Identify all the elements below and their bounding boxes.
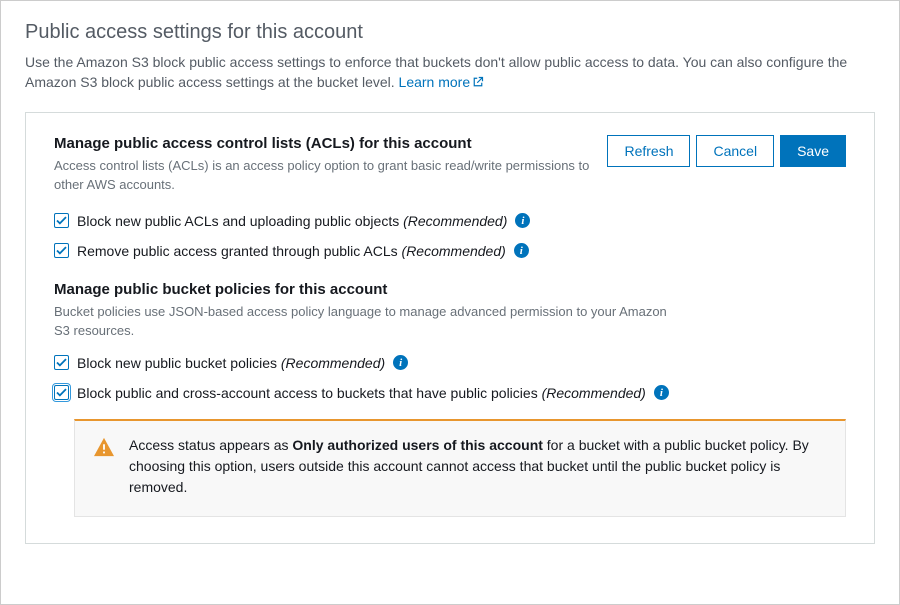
learn-more-label: Learn more xyxy=(399,74,471,90)
opt-label: Block new public bucket policies (Recomm… xyxy=(77,355,385,371)
external-link-icon xyxy=(472,73,484,93)
page-description: Use the Amazon S3 block public access se… xyxy=(25,52,875,94)
policy-option-row: Block new public bucket policies (Recomm… xyxy=(54,355,846,371)
check-icon xyxy=(56,388,67,397)
policies-section: Manage public bucket policies for this a… xyxy=(54,281,846,517)
info-icon[interactable]: i xyxy=(393,355,408,370)
refresh-button[interactable]: Refresh xyxy=(607,135,690,167)
check-icon xyxy=(56,358,67,367)
checkbox-remove-public-acls[interactable] xyxy=(54,243,69,258)
opt-label: Block new public ACLs and uploading publ… xyxy=(77,213,507,229)
acl-option-row: Remove public access granted through pub… xyxy=(54,243,846,259)
cancel-button[interactable]: Cancel xyxy=(696,135,774,167)
checkbox-block-new-policies[interactable] xyxy=(54,355,69,370)
checkbox-block-cross-account[interactable] xyxy=(54,385,69,400)
acls-section-head: Manage public access control lists (ACLs… xyxy=(54,135,594,209)
opt-label: Remove public access granted through pub… xyxy=(77,243,506,259)
info-icon[interactable]: i xyxy=(514,243,529,258)
panel-header: Manage public access control lists (ACLs… xyxy=(54,135,846,209)
check-icon xyxy=(56,246,67,255)
acls-section-title: Manage public access control lists (ACLs… xyxy=(54,135,594,152)
action-buttons: Refresh Cancel Save xyxy=(607,135,846,167)
opt-label: Block public and cross-account access to… xyxy=(77,385,646,401)
settings-page: Public access settings for this account … xyxy=(0,0,900,605)
policies-section-sub: Bucket policies use JSON-based access po… xyxy=(54,302,674,341)
acls-section-sub: Access control lists (ACLs) is an access… xyxy=(54,156,594,195)
acl-option-row: Block new public ACLs and uploading publ… xyxy=(54,213,846,229)
policy-option-row: Block public and cross-account access to… xyxy=(54,385,846,401)
save-button[interactable]: Save xyxy=(780,135,846,167)
warning-alert: Access status appears as Only authorized… xyxy=(74,419,846,517)
policies-section-title: Manage public bucket policies for this a… xyxy=(54,281,846,298)
settings-panel: Manage public access control lists (ACLs… xyxy=(25,112,875,544)
alert-text: Access status appears as Only authorized… xyxy=(129,435,827,498)
info-icon[interactable]: i xyxy=(515,213,530,228)
check-icon xyxy=(56,216,67,225)
warning-icon xyxy=(93,437,115,460)
info-icon[interactable]: i xyxy=(654,385,669,400)
page-title: Public access settings for this account xyxy=(25,21,875,44)
learn-more-link[interactable]: Learn more xyxy=(399,74,485,90)
checkbox-block-new-acls[interactable] xyxy=(54,213,69,228)
